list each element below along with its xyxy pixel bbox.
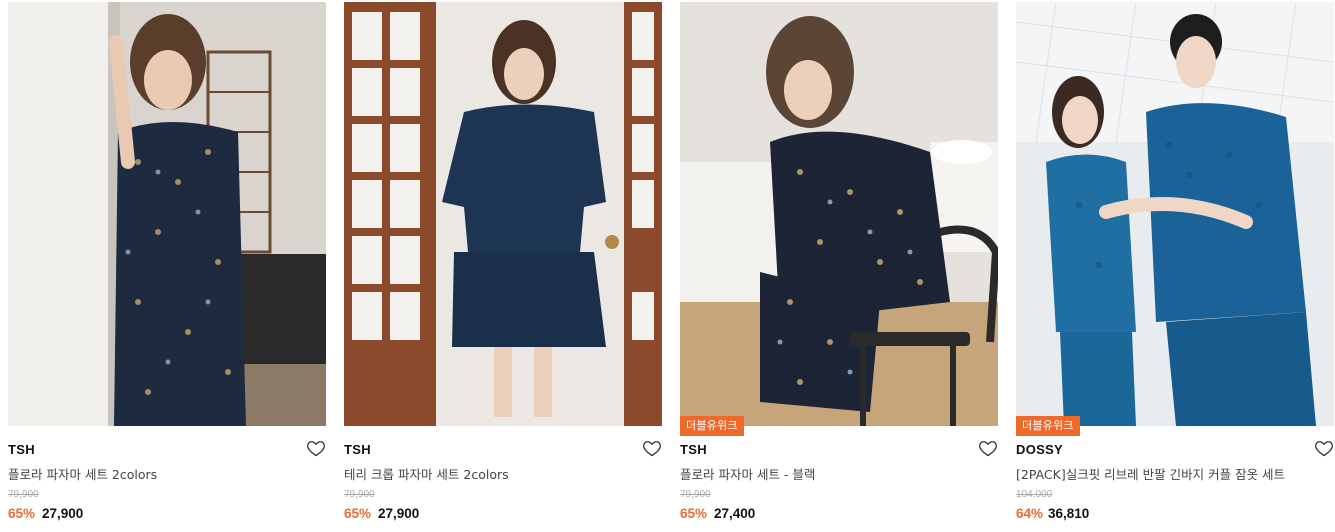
original-price: 79,900 — [344, 489, 375, 500]
discount-rate: 65% — [8, 506, 36, 521]
product-name[interactable]: 테리 크롭 파자마 세트 2colors — [344, 464, 509, 483]
product-brand[interactable]: TSH — [344, 442, 371, 457]
sale-price: 27,400 — [714, 506, 756, 521]
product-card[interactable]: 더블유위크 TSH 플로라 파자마 세트 - 블랙 79,900 65% 27,… — [680, 0, 998, 532]
product-grid: TSH 플로라 파자마 세트 2colors 79,900 65% 27,900 — [0, 0, 1335, 532]
heart-icon[interactable] — [978, 438, 998, 458]
sale-price: 27,900 — [42, 506, 84, 521]
product-brand[interactable]: TSH — [8, 442, 35, 457]
discount-rate: 65% — [680, 506, 708, 521]
product-image[interactable] — [344, 2, 662, 426]
product-image[interactable] — [1016, 2, 1334, 426]
product-name[interactable]: 플로라 파자마 세트 2colors — [8, 464, 157, 483]
discount-rate: 65% — [344, 506, 372, 521]
product-card[interactable]: TSH 플로라 파자마 세트 2colors 79,900 65% 27,900 — [8, 0, 326, 532]
product-name[interactable]: [2PACK]실크핏 리브레 반팔 긴바지 커플 잠옷 세트 — [1016, 464, 1285, 483]
product-brand[interactable]: TSH — [680, 442, 707, 457]
discount-rate: 64% — [1016, 506, 1044, 521]
promo-badge: 더블유위크 — [680, 416, 744, 436]
promo-badge: 더블유위크 — [1016, 416, 1080, 436]
sale-price: 27,900 — [378, 506, 420, 521]
product-brand[interactable]: DOSSY — [1016, 442, 1063, 457]
original-price: 104,000 — [1016, 489, 1053, 500]
original-price: 79,900 — [8, 489, 39, 500]
product-image[interactable] — [680, 2, 998, 426]
product-name[interactable]: 플로라 파자마 세트 - 블랙 — [680, 464, 815, 483]
heart-icon[interactable] — [642, 438, 662, 458]
product-image[interactable] — [8, 2, 326, 426]
sale-price: 36,810 — [1048, 506, 1090, 521]
product-card[interactable]: TSH 테리 크롭 파자마 세트 2colors 79,900 65% 27,9… — [344, 0, 662, 532]
heart-icon[interactable] — [306, 438, 326, 458]
heart-icon[interactable] — [1314, 438, 1334, 458]
product-card[interactable]: 더블유위크 DOSSY [2PACK]실크핏 리브레 반팔 긴바지 커플 잠옷 … — [1016, 0, 1334, 532]
original-price: 79,900 — [680, 489, 711, 500]
